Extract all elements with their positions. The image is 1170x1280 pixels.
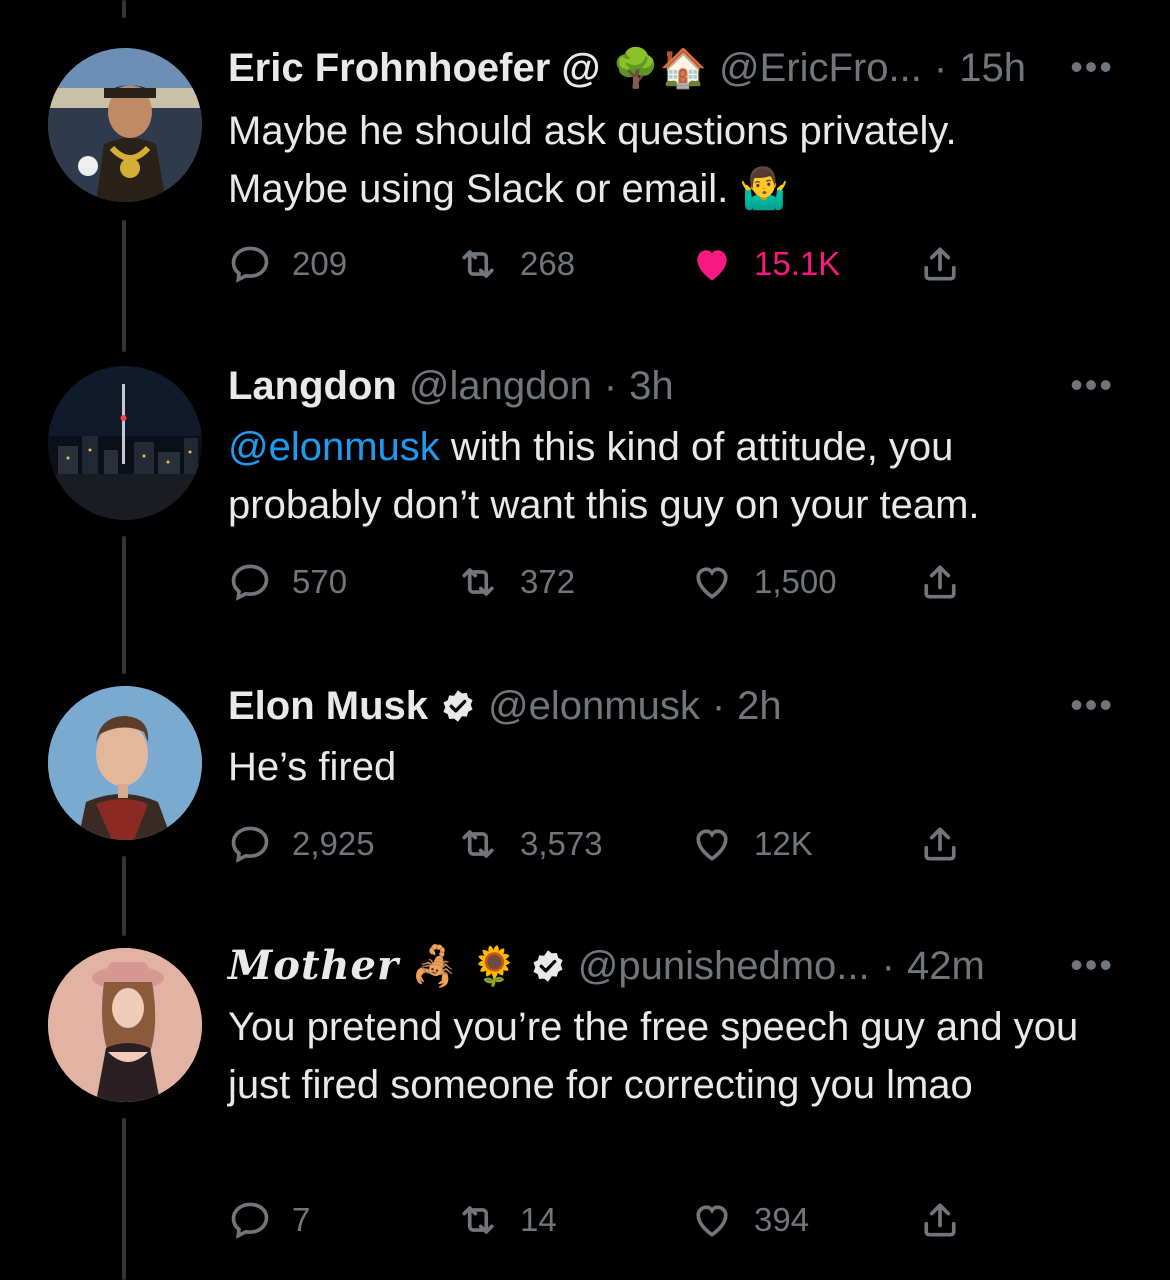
separator-dot: ·	[603, 364, 618, 408]
heart-icon	[696, 567, 728, 599]
avatar[interactable]	[48, 48, 202, 202]
action-bar: 570 372 1,500	[228, 560, 988, 604]
retweet-button[interactable]: 14	[456, 1198, 557, 1242]
name-emoji: 🦂 🌻	[411, 944, 518, 988]
tweet-text: He’s fired	[228, 738, 1110, 796]
avatar-woman-hat-icon	[48, 948, 202, 1102]
tweet-text-content: He’s fired	[228, 745, 397, 789]
verified-badge-icon	[443, 690, 473, 722]
tweet[interactable]: Langdon @langdon · 3h ••• @elonmusk with…	[0, 362, 1170, 622]
avatar-city-skyline-icon	[48, 366, 202, 520]
more-options-icon[interactable]: •••	[1070, 46, 1114, 88]
tweet-text: Maybe he should ask questions privately.…	[228, 102, 1110, 218]
handle[interactable]: @langdon	[409, 362, 592, 410]
retweet-button[interactable]: 268	[456, 242, 575, 286]
tweet[interactable]: Elon Musk @elonmusk · 2h ••• He’s fired …	[0, 682, 1170, 882]
share-icon	[924, 1203, 956, 1237]
share-button[interactable]	[918, 242, 962, 286]
heart-filled-icon	[697, 250, 727, 281]
action-bar: 7 14 394	[228, 1198, 988, 1242]
like-button[interactable]: 1,500	[690, 560, 837, 604]
reply-icon	[231, 246, 269, 283]
action-bar: 2,925 3,573 12K	[228, 822, 988, 866]
reply-button[interactable]: 2,925	[228, 822, 375, 866]
like-count: 394	[754, 1201, 810, 1238]
reply-count: 2,925	[292, 825, 375, 862]
like-button[interactable]: 394	[690, 1198, 809, 1242]
handle[interactable]: @EricFro...	[719, 44, 922, 92]
tweet-header: Mother 🦂 🌻 @punishedmo... · 42m	[228, 942, 1030, 990]
reply-count: 570	[292, 563, 348, 600]
retweet-button[interactable]: 372	[456, 560, 575, 604]
retweet-icon	[462, 830, 494, 858]
share-button[interactable]	[918, 1198, 962, 1242]
display-name[interactable]: Mother	[228, 942, 399, 990]
action-bar: 209 268 15.1K	[228, 242, 988, 286]
share-icon	[924, 827, 956, 861]
avatar-baseball-fan-icon	[48, 48, 202, 202]
tweet-header: Elon Musk @elonmusk · 2h	[228, 682, 1030, 730]
handle[interactable]: @punishedmo...	[578, 942, 870, 990]
separator-dot: ·	[933, 46, 948, 90]
tweet-text-line: Maybe using Slack or email. 🤷‍♂️	[228, 167, 790, 211]
avatar[interactable]	[48, 686, 202, 840]
display-name[interactable]: Elon Musk	[228, 682, 428, 730]
handle[interactable]: @elonmusk	[488, 682, 700, 730]
retweet-count: 268	[520, 245, 576, 282]
timestamp[interactable]: 15h	[959, 44, 1026, 92]
like-button[interactable]: 15.1K	[690, 242, 840, 286]
reply-button[interactable]: 570	[228, 560, 347, 604]
name-emoji: 🌳🏠	[612, 46, 708, 90]
like-count: 1,500	[754, 563, 837, 600]
display-name[interactable]: Langdon	[228, 362, 397, 410]
share-icon	[924, 247, 956, 281]
avatar-portrait-icon	[48, 686, 202, 840]
retweet-count: 372	[520, 563, 576, 600]
tweet[interactable]: Eric Frohnhoefer @ 🌳🏠 @EricFro... · 15h …	[0, 44, 1170, 304]
display-name[interactable]: Eric Frohnhoefer @	[228, 44, 600, 92]
retweet-icon	[462, 568, 494, 596]
timestamp[interactable]: 2h	[737, 682, 782, 730]
tweet[interactable]: Mother 🦂 🌻 @punishedmo... · 42m ••• You …	[0, 942, 1170, 1280]
tweet-text-line: Maybe he should ask questions privately.	[228, 109, 957, 153]
thread-line	[122, 0, 126, 18]
heart-icon	[696, 829, 728, 861]
tweet-header: Eric Frohnhoefer @ 🌳🏠 @EricFro... · 15h	[228, 44, 1030, 92]
mention-link[interactable]: @elonmusk	[228, 425, 440, 469]
tweet-header: Langdon @langdon · 3h	[228, 362, 1030, 410]
share-button[interactable]	[918, 560, 962, 604]
avatar[interactable]	[48, 366, 202, 520]
more-options-icon[interactable]: •••	[1070, 684, 1114, 726]
verified-badge-icon	[533, 950, 563, 982]
separator-dot: ·	[881, 944, 895, 988]
timestamp[interactable]: 3h	[629, 362, 674, 410]
reply-button[interactable]: 7	[228, 1198, 310, 1242]
retweet-icon	[462, 250, 494, 278]
heart-icon	[696, 1205, 728, 1237]
reply-icon	[231, 564, 269, 601]
retweet-icon	[462, 1206, 494, 1234]
separator-dot: ·	[711, 684, 726, 728]
tweet-text: You pretend you’re the free speech guy a…	[228, 998, 1110, 1114]
tweet-text-content: You pretend you’re the free speech guy a…	[228, 1005, 1079, 1107]
tweet-text: @elonmusk with this kind of attitude, yo…	[228, 418, 1110, 534]
avatar[interactable]	[48, 948, 202, 1102]
share-button[interactable]	[918, 822, 962, 866]
reply-button[interactable]: 209	[228, 242, 347, 286]
more-options-icon[interactable]: •••	[1070, 944, 1114, 986]
timestamp[interactable]: 42m	[907, 942, 985, 990]
more-options-icon[interactable]: •••	[1070, 364, 1114, 406]
reply-icon	[231, 826, 269, 863]
retweet-count: 3,573	[520, 825, 603, 862]
reply-count: 7	[292, 1201, 311, 1238]
reply-icon	[231, 1202, 269, 1239]
reply-count: 209	[292, 245, 348, 282]
like-count: 12K	[754, 825, 813, 862]
retweet-count: 14	[520, 1201, 557, 1238]
like-button[interactable]: 12K	[690, 822, 813, 866]
share-icon	[924, 565, 956, 599]
retweet-button[interactable]: 3,573	[456, 822, 603, 866]
like-count: 15.1K	[754, 245, 841, 282]
